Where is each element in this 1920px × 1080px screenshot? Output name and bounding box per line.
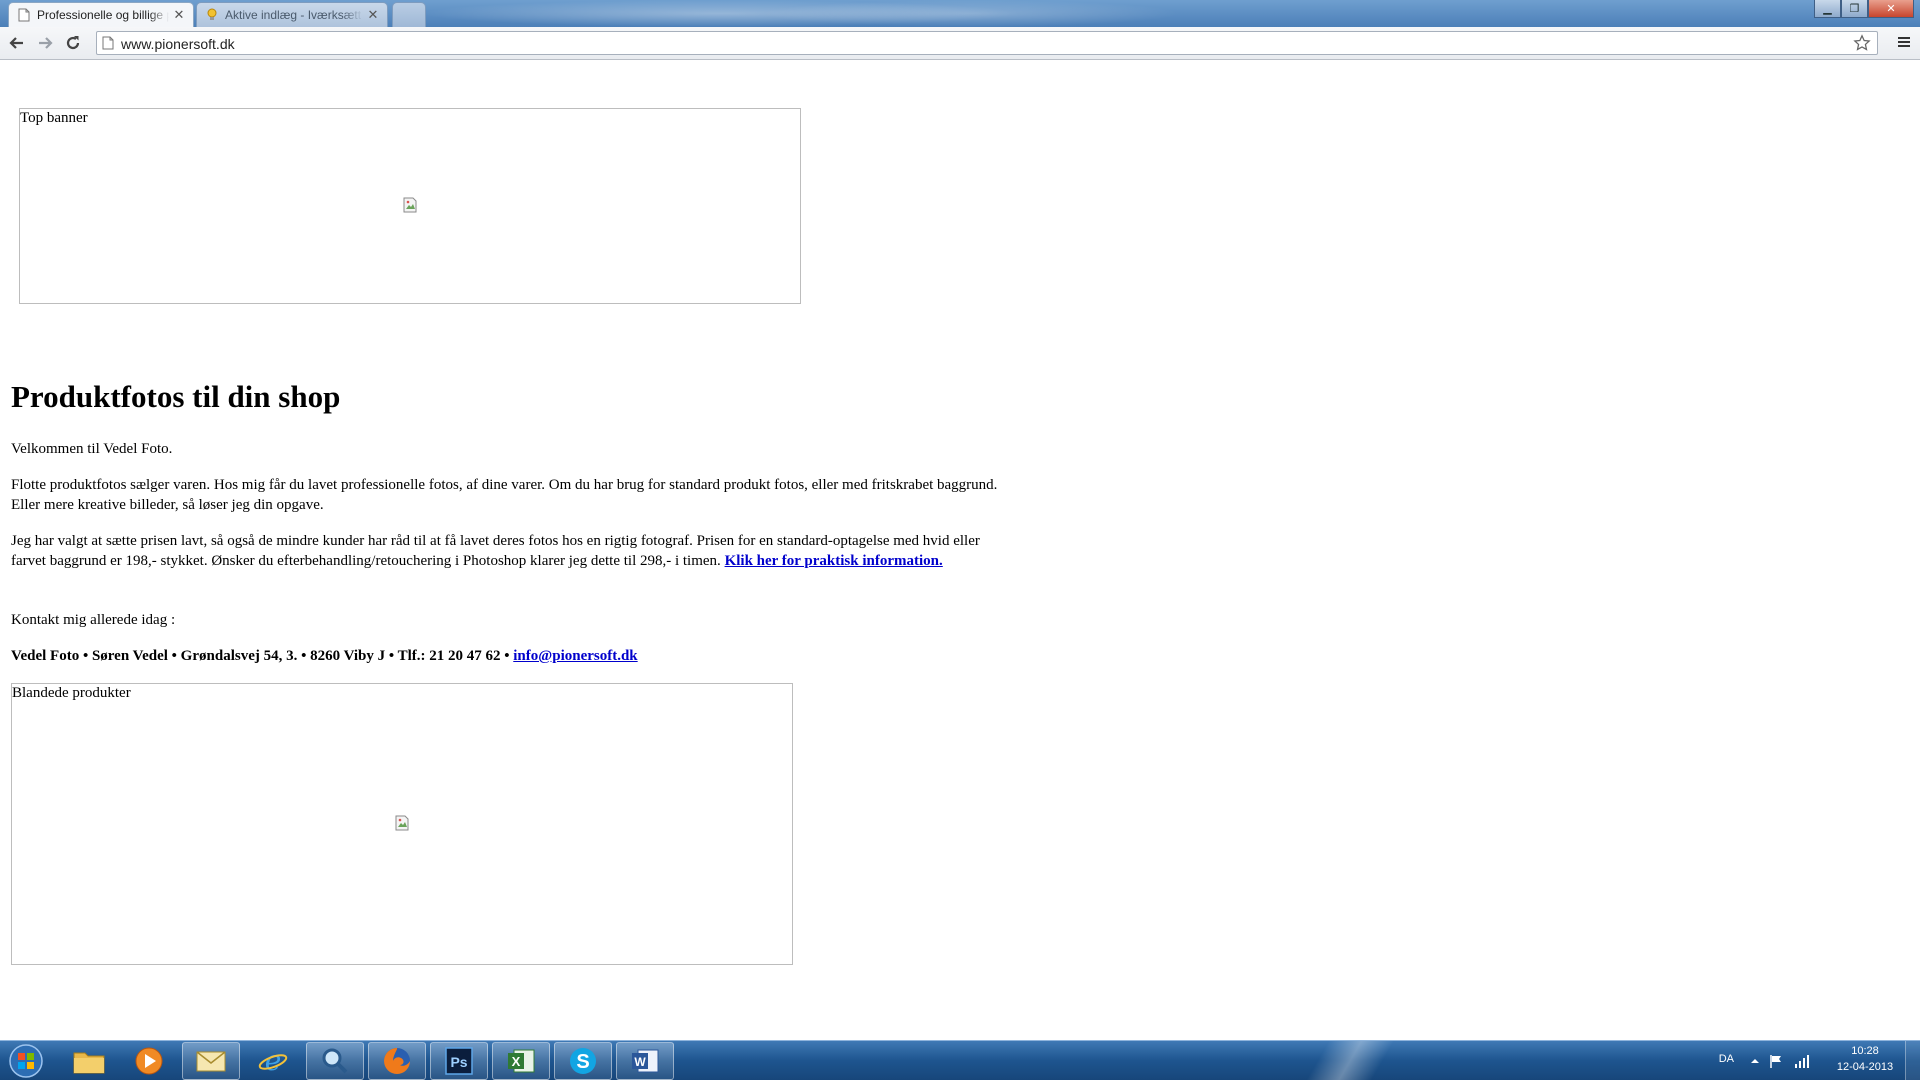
media-player-icon — [135, 1047, 163, 1075]
excel-taskbar-button[interactable]: X — [492, 1042, 550, 1080]
menu-icon[interactable] — [1896, 34, 1912, 50]
action-center-flag-icon[interactable] — [1768, 1053, 1784, 1069]
show-hidden-icons-icon[interactable] — [1750, 1056, 1760, 1066]
reload-button[interactable] — [62, 32, 84, 54]
back-arrow-icon — [9, 37, 23, 49]
excel-icon: X — [508, 1049, 535, 1073]
practical-info-link[interactable]: Klik her for praktisk information. — [725, 553, 943, 569]
broken-image-icon — [395, 815, 409, 831]
restore-button[interactable]: ❐ — [1841, 0, 1868, 18]
svg-text:e: e — [265, 1045, 282, 1077]
svg-text:S: S — [576, 1051, 589, 1073]
bookmark-star-icon[interactable] — [1853, 34, 1871, 52]
email-link[interactable]: info@pionersoft.dk — [513, 648, 637, 664]
browser-toolbar: www.pionersoft.dk — [0, 27, 1920, 60]
address-text: Vedel Foto • Søren Vedel • Grøndalsvej 5… — [11, 648, 510, 664]
page-headline: Produktfotos til din shop — [11, 379, 341, 414]
skype-taskbar-button[interactable]: S — [554, 1042, 612, 1080]
tab-title: Professionelle og billige p — [37, 8, 169, 22]
browser-titlebar: Professionelle og billige p ✕ Aktive ind… — [0, 0, 1920, 27]
intro-line-2: Eller mere kreative billeder, så løser j… — [11, 497, 324, 513]
clock-date: 12-04-2013 — [1836, 1061, 1894, 1073]
close-tab-icon[interactable]: ✕ — [367, 7, 379, 23]
search-taskbar-button[interactable] — [306, 1042, 364, 1080]
tab-active[interactable]: Professionelle og billige p ✕ — [8, 2, 194, 27]
reload-icon — [66, 36, 80, 50]
top-banner: Top banner — [19, 108, 801, 304]
close-window-button[interactable]: ✕ — [1868, 0, 1914, 18]
folder-icon — [73, 1052, 105, 1074]
welcome-text: Velkommen til Vedel Foto. — [11, 441, 173, 457]
price-line-1: Jeg har valgt at sætte prisen lavt, så o… — [11, 533, 980, 549]
show-desktop-button[interactable] — [1905, 1041, 1920, 1080]
internet-explorer-taskbar-button[interactable]: e — [244, 1042, 302, 1080]
clock[interactable]: 10:28 12-04-2013 — [1830, 1045, 1900, 1073]
mixed-products-box: Blandede produkter — [11, 683, 793, 965]
page-icon — [17, 8, 31, 22]
svg-text:Ps: Ps — [450, 1054, 467, 1070]
forward-arrow-icon — [39, 37, 53, 49]
photoshop-taskbar-button[interactable]: Ps — [430, 1042, 488, 1080]
photoshop-icon: Ps — [445, 1047, 473, 1075]
mail-icon — [196, 1051, 226, 1072]
new-tab-button[interactable] — [392, 2, 426, 27]
url-text: www.pionersoft.dk — [121, 36, 235, 52]
price-line-2: farvet baggrund er 198,- stykket. Ønsker… — [11, 553, 721, 569]
explorer-taskbar-button[interactable] — [60, 1042, 118, 1080]
back-button[interactable] — [6, 32, 28, 54]
windows-logo-icon — [9, 1044, 43, 1078]
page-icon — [102, 36, 114, 50]
tab-inactive[interactable]: Aktive indlæg - Iværksætt ✕ — [196, 2, 388, 27]
web-page: Top banner Produktfotos til din shop Vel… — [0, 61, 1920, 1040]
firefox-icon — [384, 1048, 410, 1074]
close-tab-icon[interactable]: ✕ — [173, 7, 185, 23]
svg-text:W: W — [634, 1055, 646, 1069]
contact-intro: Kontakt mig allerede idag : — [11, 612, 176, 628]
tab-title: Aktive indlæg - Iværksætt — [225, 8, 362, 22]
language-indicator[interactable]: DA — [1719, 1053, 1734, 1065]
network-signal-icon[interactable] — [1794, 1053, 1810, 1069]
top-banner-label: Top banner — [20, 110, 88, 126]
intro-line-1: Flotte produktfotos sælger varen. Hos mi… — [11, 477, 998, 493]
address-bar[interactable]: www.pionersoft.dk — [96, 31, 1878, 55]
magnifier-icon — [322, 1048, 348, 1074]
word-icon: W — [632, 1049, 659, 1073]
outlook-taskbar-button[interactable] — [182, 1042, 240, 1080]
media-player-taskbar-button[interactable] — [120, 1042, 178, 1080]
firefox-taskbar-button[interactable] — [368, 1042, 426, 1080]
address-line: Vedel Foto • Søren Vedel • Grøndalsvej 5… — [11, 646, 1011, 666]
svg-text:X: X — [512, 1054, 521, 1069]
start-button[interactable] — [4, 1043, 48, 1079]
broken-image-icon — [403, 197, 417, 213]
intro-paragraph: Flotte produktfotos sælger varen. Hos mi… — [11, 475, 1011, 515]
taskbar: e Ps X S W DA 10:28 12-04-2013 — [0, 1040, 1920, 1080]
price-paragraph: Jeg har valgt at sætte prisen lavt, så o… — [11, 531, 1011, 571]
internet-explorer-icon: e — [258, 1045, 288, 1077]
forward-button[interactable] — [34, 32, 56, 54]
window-controls: ▁ ❐ ✕ — [1814, 0, 1914, 19]
lightbulb-icon — [205, 8, 219, 22]
mixed-products-label: Blandede produkter — [12, 685, 131, 701]
word-taskbar-button[interactable]: W — [616, 1042, 674, 1080]
skype-icon: S — [570, 1048, 596, 1074]
minimize-button[interactable]: ▁ — [1814, 0, 1841, 18]
clock-time: 10:28 — [1851, 1045, 1879, 1057]
